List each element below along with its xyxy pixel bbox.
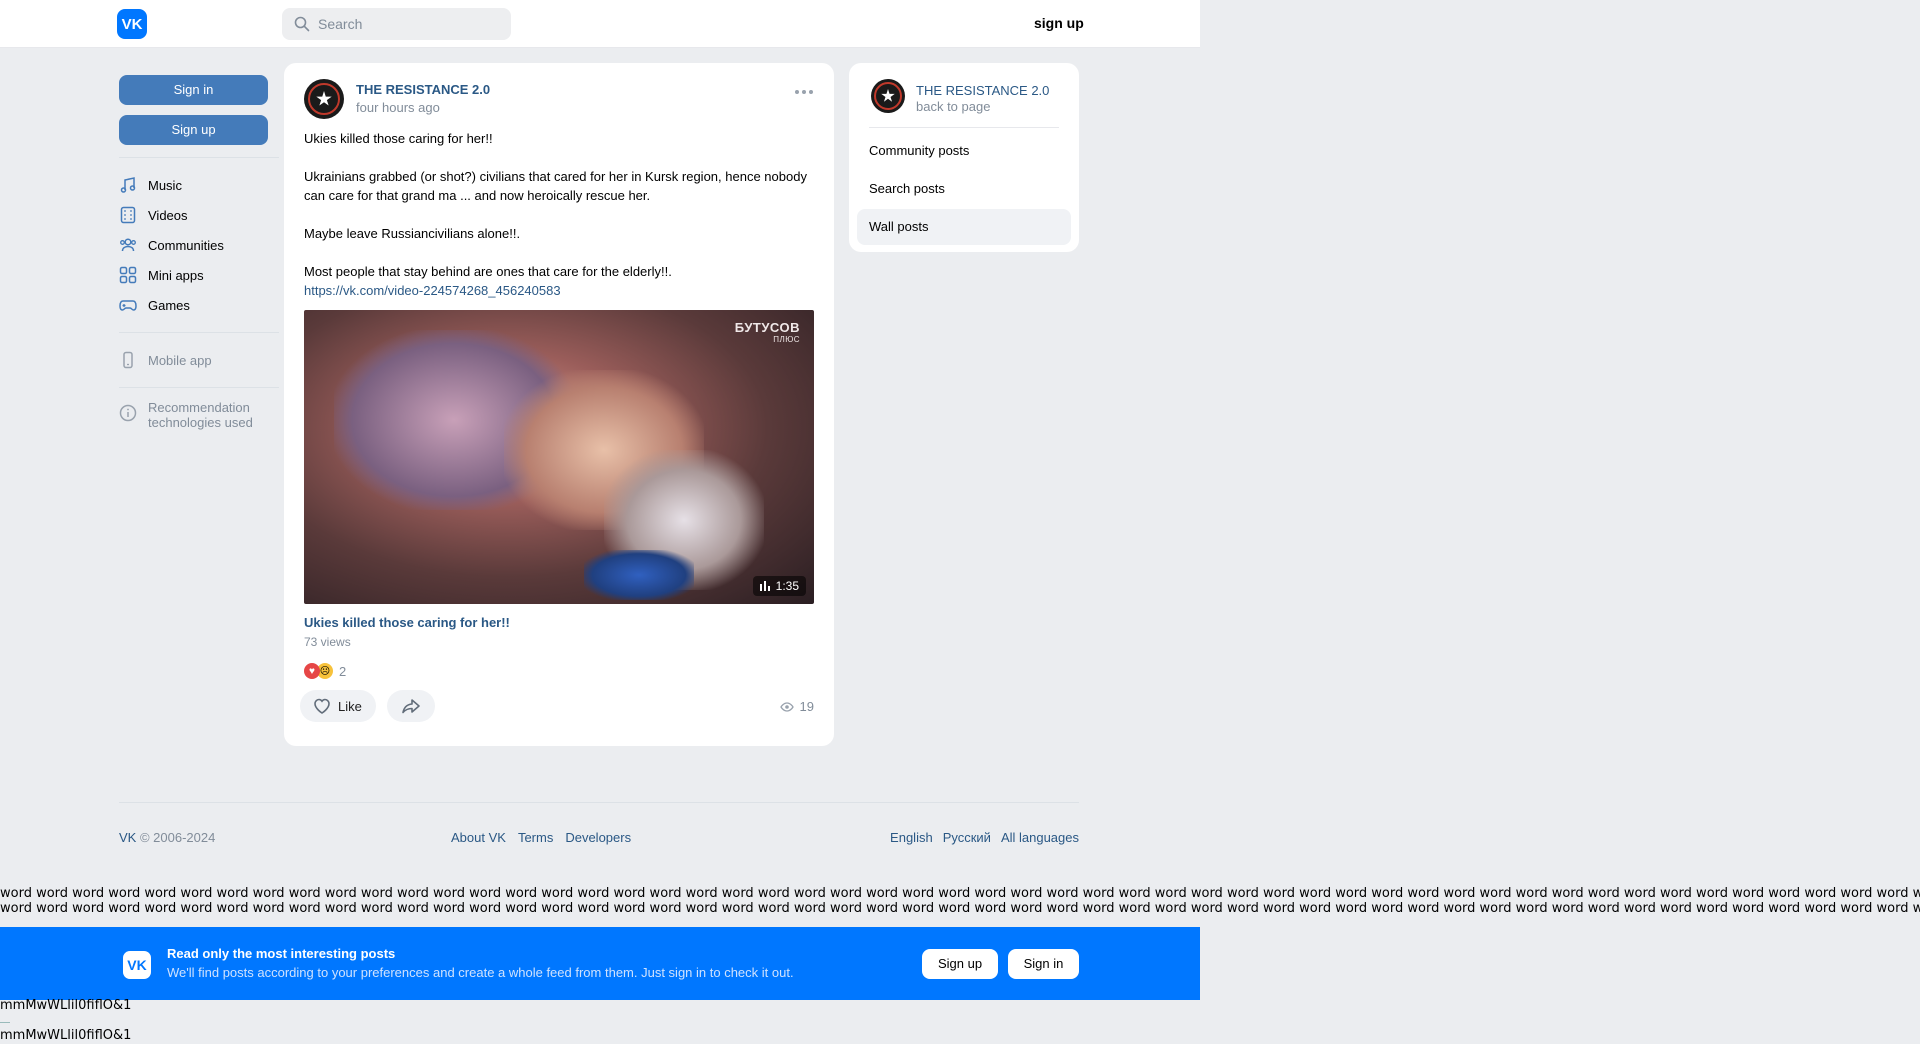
post-paragraph: Maybe leave Russiancivilians alone!!. — [304, 226, 521, 241]
community-posts-link[interactable]: Community posts — [857, 133, 1071, 169]
sidebar-item-mobile-app[interactable]: Mobile app — [119, 345, 279, 375]
left-sidebar: Sign in Sign up Music Videos Communities… — [119, 75, 279, 440]
sidebar-item-communities[interactable]: Communities — [119, 230, 279, 260]
footer-divider — [119, 802, 1079, 803]
sidebar-divider — [119, 387, 279, 388]
video-icon — [120, 206, 136, 224]
sidebar-item-games[interactable]: Games — [119, 290, 279, 320]
heart-icon — [314, 698, 330, 714]
search-box[interactable] — [282, 8, 511, 40]
search-input[interactable] — [318, 16, 498, 32]
watermark-text: БУТУСОВ — [734, 320, 800, 335]
search-icon — [294, 16, 310, 32]
wall-posts-link[interactable]: Wall posts — [857, 209, 1071, 245]
terms-link[interactable]: Terms — [518, 830, 553, 845]
sidebar-item-music[interactable]: Music — [119, 170, 279, 200]
post-paragraph: Ukrainians grabbed (or shot?) civilians … — [304, 169, 807, 203]
post-paragraph: Ukies killed those caring for her!! — [304, 131, 493, 146]
gamepad-icon — [119, 300, 137, 311]
post-paragraph: Most people that stay behind are ones th… — [304, 264, 672, 279]
bars-icon — [759, 581, 770, 591]
filler-line: word word word word word word word word … — [0, 901, 1920, 916]
community-name[interactable]: THE RESISTANCE 2.0 — [916, 83, 1049, 98]
footer-copyright: VK © 2006-2024 — [119, 830, 215, 845]
search-posts-link[interactable]: Search posts — [857, 171, 1071, 207]
video-thumbnail[interactable]: БУТУСОВ ПЛЮС 1:35 — [304, 310, 814, 604]
wall-post: THE RESISTANCE 2.0 four hours ago Ukies … — [284, 63, 834, 746]
sidebar-item-label: Games — [148, 297, 190, 313]
banner-sign-up-button[interactable]: Sign up — [922, 949, 998, 979]
like-label: Like — [338, 698, 362, 714]
sidebar-item-label: Mobile app — [148, 352, 212, 368]
community-nav-card: THE RESISTANCE 2.0 back to page Communit… — [849, 63, 1079, 252]
lang-russian-link[interactable]: Русский — [943, 830, 991, 845]
post-video-link[interactable]: https://vk.com/video-224574268_456240583 — [304, 283, 561, 298]
post-author-name[interactable]: THE RESISTANCE 2.0 — [356, 82, 490, 97]
filler-line: word word word word word word word word … — [0, 886, 1920, 901]
divider-mark — [0, 1022, 10, 1023]
sidebar-item-recommendation[interactable]: Recommendation technologies used — [119, 400, 279, 440]
reactions-summary[interactable]: ♥ ☹ 2 — [304, 663, 346, 679]
eye-icon — [779, 701, 794, 712]
sidebar-divider — [119, 332, 279, 333]
header-signup-link[interactable]: sign up — [1034, 15, 1084, 31]
banner-subtitle: We'll find posts according to your prefe… — [167, 965, 794, 980]
banner-sign-in-button[interactable]: Sign in — [1008, 949, 1079, 979]
sidebar-item-label: Communities — [148, 237, 224, 253]
info-icon — [119, 404, 137, 422]
about-vk-link[interactable]: About VK — [451, 830, 506, 845]
like-button[interactable]: Like — [300, 690, 376, 722]
video-frame-region — [584, 550, 694, 600]
back-to-page-link[interactable]: back to page — [916, 99, 990, 114]
watermark-subtext: ПЛЮС — [773, 335, 800, 344]
phone-icon — [123, 351, 133, 369]
lang-english-link[interactable]: English — [890, 830, 933, 845]
post-text: Ukies killed those caring for her!! Ukra… — [304, 129, 814, 300]
video-title[interactable]: Ukies killed those caring for her!! — [304, 615, 510, 630]
footer-vk-link[interactable]: VK — [119, 830, 136, 845]
sign-up-button[interactable]: Sign up — [119, 115, 268, 145]
signin-banner: VK Read only the most interesting posts … — [0, 927, 1200, 1000]
vk-logo[interactable]: VK — [117, 9, 147, 39]
video-views: 73 views — [304, 635, 351, 649]
sidebar-item-videos[interactable]: Videos — [119, 200, 279, 230]
heart-reaction-icon: ♥ — [304, 663, 320, 679]
banner-vk-logo: VK — [123, 951, 151, 979]
post-time[interactable]: four hours ago — [356, 100, 440, 115]
top-header: VK sign up — [0, 0, 1200, 48]
music-icon — [120, 177, 136, 193]
video-watermark: БУТУСОВ ПЛЮС — [734, 320, 800, 346]
post-views: 19 — [779, 699, 814, 714]
video-duration: 1:35 — [752, 576, 806, 596]
community-avatar[interactable] — [871, 79, 905, 113]
share-icon — [402, 699, 420, 714]
sidebar-divider — [119, 157, 279, 158]
card-divider — [869, 127, 1059, 128]
developers-link[interactable]: Developers — [565, 830, 631, 845]
font-test-text: mmMwWLlil0fiflO&1 — [0, 998, 132, 1013]
banner-title: Read only the most interesting posts — [167, 946, 396, 961]
footer-links: About VK Terms Developers — [451, 830, 631, 845]
sidebar-item-label: Music — [148, 177, 182, 193]
users-icon — [120, 238, 136, 252]
filler-text: word word word word word word word word … — [0, 886, 1920, 916]
sidebar-item-label: Videos — [148, 207, 188, 223]
apps-icon — [119, 266, 137, 284]
more-options-icon[interactable] — [792, 85, 816, 99]
reactions-count: 2 — [339, 663, 347, 679]
font-test-text: mmMwWLlil0fiflO&1 — [0, 1028, 132, 1043]
sidebar-item-mini-apps[interactable]: Mini apps — [119, 260, 279, 290]
sidebar-item-label: Mini apps — [148, 267, 204, 283]
all-languages-link[interactable]: All languages — [1001, 830, 1079, 845]
sign-in-button[interactable]: Sign in — [119, 75, 268, 105]
duration-text: 1:35 — [775, 579, 799, 593]
sidebar-item-label: Recommendation technologies used — [148, 400, 253, 430]
post-author-avatar[interactable] — [304, 79, 344, 119]
copyright-text: © 2006-2024 — [136, 830, 216, 845]
footer-languages: English Русский All languages — [890, 830, 1079, 845]
share-button[interactable] — [387, 690, 435, 722]
views-count: 19 — [799, 699, 814, 714]
